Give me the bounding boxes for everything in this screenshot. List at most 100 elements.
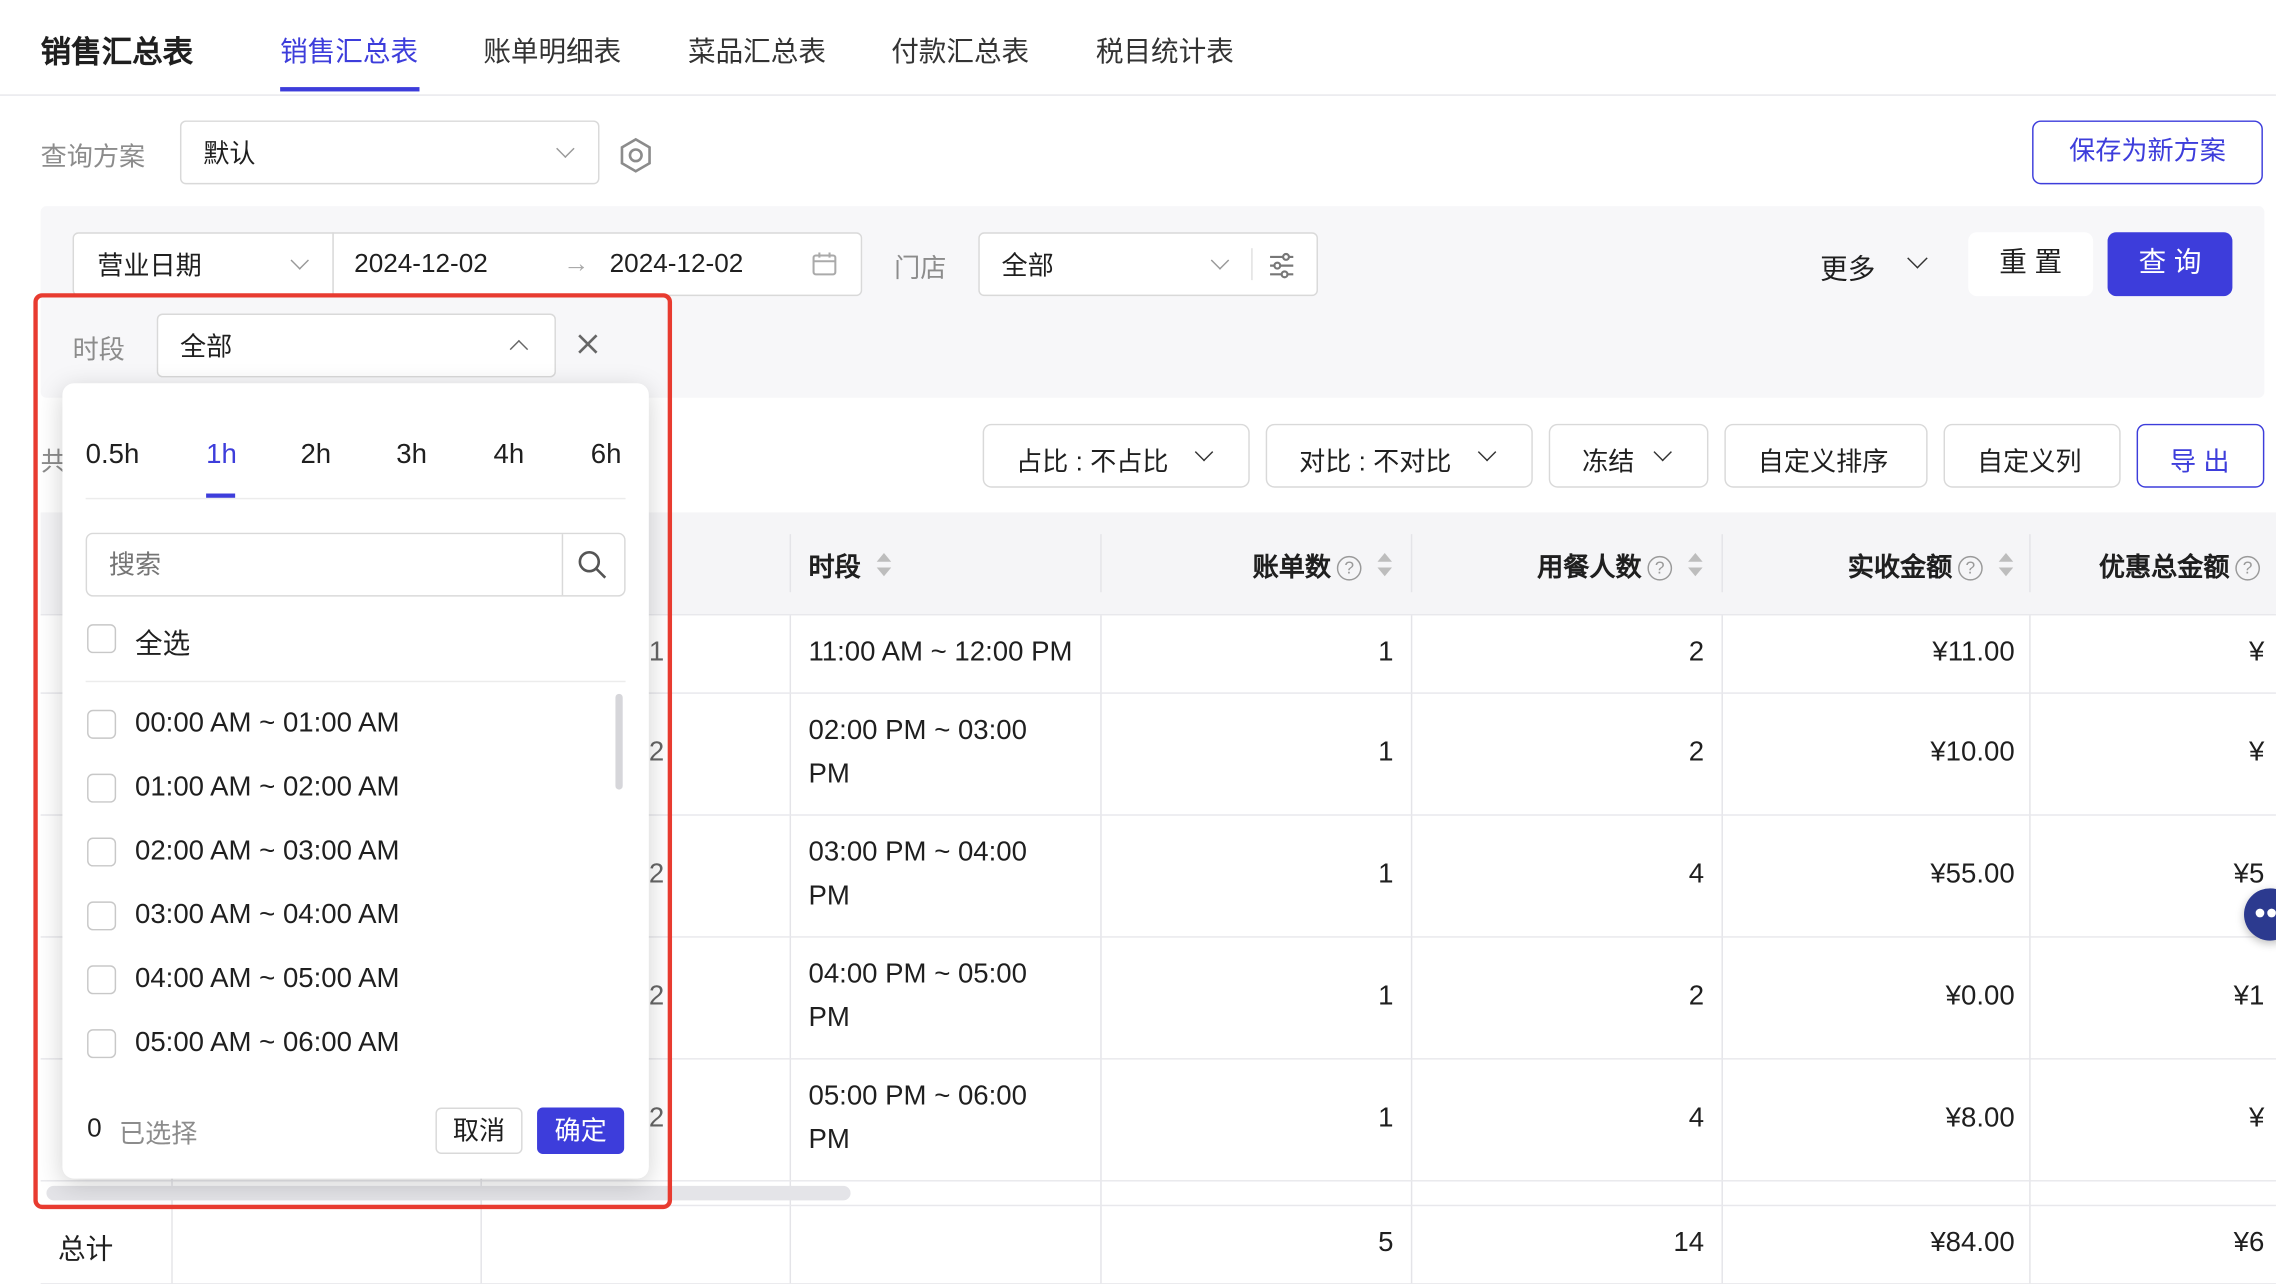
export-button[interactable]: 导 出: [2136, 423, 2265, 488]
settings-icon[interactable]: [617, 136, 655, 174]
store-select[interactable]: 全部: [978, 232, 1318, 297]
cell-received: ¥10.00: [1930, 737, 2015, 768]
header-period-label: 时段: [808, 553, 861, 583]
compare-dropdown[interactable]: 对比 : 不对比: [1265, 423, 1533, 488]
custom-columns-button[interactable]: 自定义列: [1943, 423, 2121, 488]
compare-label: 对比 : 不对比: [1299, 447, 1452, 477]
date-type-value: 营业日期: [97, 251, 202, 281]
page: 销售汇总表 销售汇总表 账单明细表 菜品汇总表 付款汇总表 税目统计表 查询方案…: [0, 0, 2276, 1284]
cell-bills: 1: [1378, 1103, 1394, 1134]
header-bills[interactable]: 账单数?: [1103, 547, 1393, 585]
total-bills: 5: [1378, 1227, 1394, 1259]
header-received[interactable]: 实收金额?: [1724, 547, 2014, 585]
cell-period: 05:00 PM ~ 06:00: [808, 1081, 1027, 1112]
help-icon[interactable]: ?: [1647, 555, 1673, 581]
scheme-label: 查询方案: [40, 142, 146, 172]
cell-period-wrap: PM: [808, 1002, 850, 1034]
cell-diners: 4: [1688, 859, 1705, 890]
assistant-float-button[interactable]: [2244, 888, 2276, 941]
chevron-down-icon: [1477, 442, 1497, 462]
cell-diners: 2: [1688, 737, 1705, 768]
chevron-down-icon: [556, 139, 575, 159]
query-button[interactable]: 查 询: [2107, 232, 2233, 297]
save-new-scheme-button[interactable]: 保存为新方案: [2032, 120, 2263, 185]
cell-bills: 1: [1378, 737, 1394, 768]
cell-received: ¥55.00: [1930, 859, 2015, 890]
scheme-select[interactable]: 默认: [179, 120, 600, 185]
more-filters-toggle[interactable]: 更多: [1820, 248, 1928, 287]
date-range-picker[interactable]: 2024-12-02 → 2024-12-02: [332, 232, 863, 297]
cell-period-wrap: PM: [808, 1124, 850, 1156]
cell-received: ¥8.00: [1945, 1103, 2015, 1134]
header-period[interactable]: 时段: [808, 547, 892, 585]
help-icon[interactable]: ?: [1958, 555, 1983, 581]
header-discount[interactable]: 优惠总金额?: [2099, 547, 2260, 585]
date-end[interactable]: 2024-12-02: [610, 249, 744, 279]
page-title: 销售汇总表: [40, 36, 194, 70]
help-icon[interactable]: ?: [1336, 555, 1362, 581]
highlight-frame: [33, 293, 673, 1210]
cell-period: 03:00 PM ~ 04:00: [808, 837, 1027, 868]
stage: 销售汇总表 销售汇总表 账单明细表 菜品汇总表 付款汇总表 税目统计表 查询方案…: [0, 0, 2276, 1284]
column-line: [1410, 613, 1413, 1284]
freeze-label: 冻结: [1582, 447, 1635, 477]
cell-period-wrap: PM: [808, 881, 850, 912]
cell-period-wrap: PM: [808, 759, 850, 790]
cell-discount: ¥: [2248, 637, 2265, 668]
tab-payment-summary[interactable]: 付款汇总表: [891, 30, 1029, 69]
tab-tax-statistics[interactable]: 税目统计表: [1096, 30, 1234, 69]
ratio-dropdown[interactable]: 占比 : 不占比: [982, 423, 1250, 488]
column-line: [1100, 613, 1102, 1284]
active-tab-indicator: [280, 87, 420, 92]
sort-icon[interactable]: [1687, 552, 1704, 581]
cell-received: ¥11.00: [1932, 637, 2015, 668]
custom-sort-label: 自定义排序: [1757, 447, 1889, 477]
column-separator: [1100, 534, 1102, 593]
cell-bills: 1: [1378, 859, 1394, 890]
store-select-value: 全部: [1001, 251, 1054, 281]
date-start[interactable]: 2024-12-02: [354, 249, 488, 279]
column-line: [1721, 613, 1723, 1284]
cell-period: 04:00 PM ~ 05:00: [808, 959, 1027, 990]
header-received-label: 实收金额: [1847, 553, 1953, 583]
header-bills-label: 账单数: [1252, 553, 1332, 583]
date-type-select[interactable]: 营业日期: [72, 232, 334, 297]
cell-discount: ¥1: [2233, 981, 2265, 1012]
assistant-eye-icon: [2267, 908, 2276, 918]
cell-received: ¥0.00: [1945, 981, 2015, 1012]
chevron-down-icon: [1210, 251, 1230, 270]
store-label: 门店: [894, 254, 947, 284]
cell-diners: 2: [1688, 981, 1705, 1012]
scheme-select-value: 默认: [203, 139, 256, 169]
column-line: [2029, 613, 2031, 1284]
chevron-down-icon: [1194, 442, 1214, 462]
tab-dish-summary[interactable]: 菜品汇总表: [688, 30, 826, 69]
reset-button[interactable]: 重 置: [1968, 232, 2094, 297]
sort-icon[interactable]: [1376, 552, 1393, 581]
calendar-icon: [812, 252, 837, 276]
cell-discount: ¥: [2248, 737, 2265, 768]
custom-columns-label: 自定义列: [1976, 447, 2082, 477]
chevron-down-icon: [290, 251, 309, 270]
cell-discount: ¥: [2248, 1103, 2265, 1134]
tab-bill-detail[interactable]: 账单明细表: [483, 30, 621, 69]
header-discount-label: 优惠总金额: [2098, 553, 2230, 583]
sort-icon[interactable]: [875, 552, 892, 581]
cell-period: 02:00 PM ~ 03:00: [808, 715, 1027, 747]
column-separator: [1410, 534, 1413, 593]
more-label: 更多: [1820, 255, 1876, 286]
filter-sliders-icon[interactable]: [1267, 251, 1296, 280]
sort-icon[interactable]: [1997, 552, 2014, 581]
cell-bills: 1: [1378, 981, 1394, 1012]
header-diners[interactable]: 用餐人数?: [1414, 547, 1704, 585]
ratio-label: 占比 : 不占比: [1016, 447, 1169, 477]
help-icon[interactable]: ?: [2235, 555, 2260, 581]
chevron-down-icon: [1653, 442, 1672, 462]
cell-period: 11:00 AM ~ 12:00 PM: [808, 637, 1073, 668]
total-label: 总计: [58, 1235, 114, 1266]
freeze-dropdown[interactable]: 冻结: [1548, 423, 1709, 488]
column-separator: [2029, 534, 2031, 593]
column-separator: [789, 534, 792, 593]
tab-sales-summary[interactable]: 销售汇总表: [280, 30, 418, 69]
custom-sort-button[interactable]: 自定义排序: [1724, 423, 1928, 488]
